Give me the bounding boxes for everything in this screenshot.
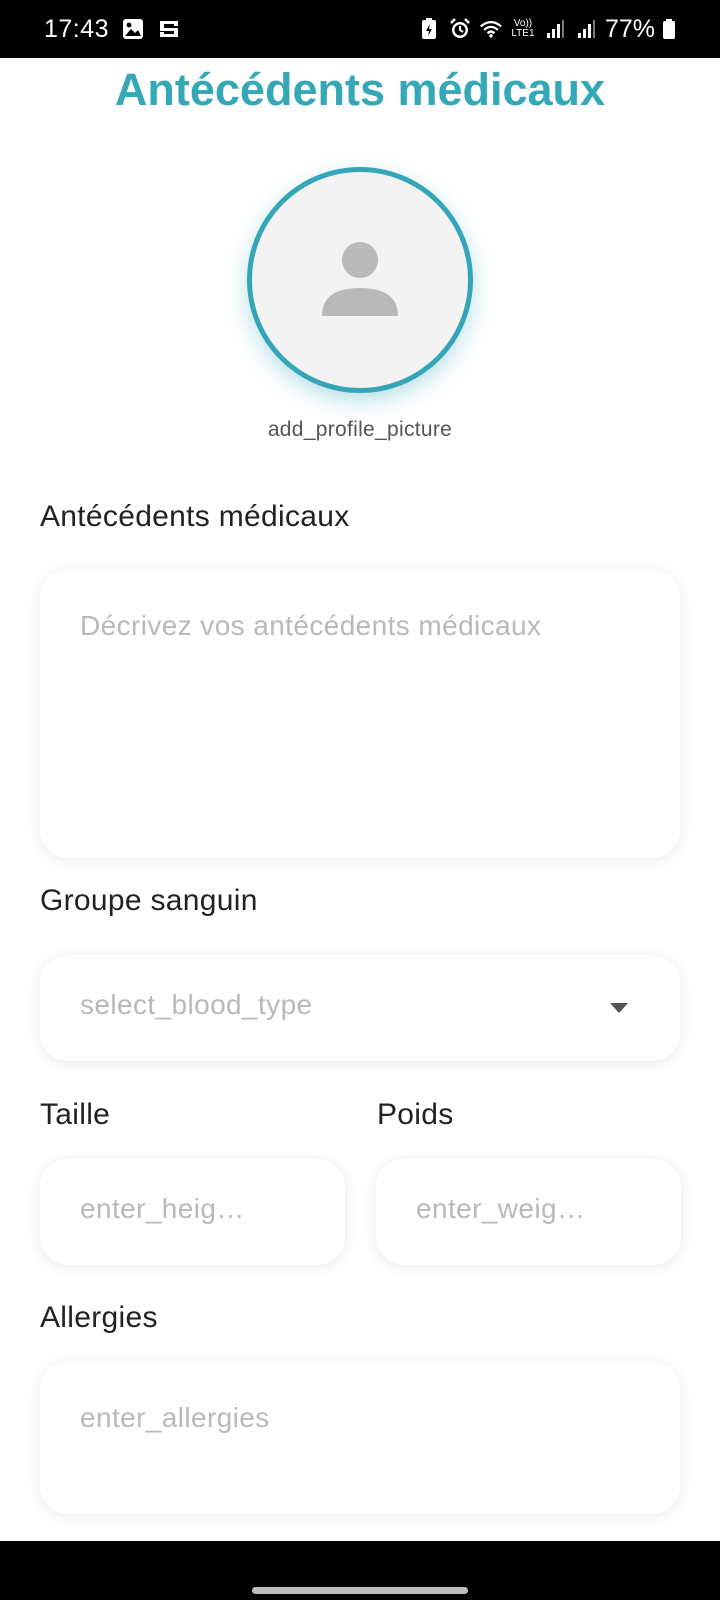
allergies-input[interactable]: enter_allergies: [40, 1362, 680, 1514]
height-label: Taille: [40, 1098, 111, 1131]
cast-icon: [157, 17, 181, 41]
history-textarea[interactable]: Décrivez vos antécédents médicaux: [40, 570, 680, 858]
battery-icon: [662, 17, 676, 41]
profile-picture-button[interactable]: [247, 167, 473, 393]
blood-type-label: Groupe sanguin: [40, 884, 258, 917]
gallery-icon: [121, 17, 145, 41]
home-gesture-handle[interactable]: [252, 1587, 468, 1594]
status-bar: 17:43 Vo)) LTE1 77%: [0, 0, 720, 58]
signal-icon-2: [574, 17, 598, 41]
history-placeholder: Décrivez vos antécédents médicaux: [80, 610, 542, 641]
status-left: 17:43: [44, 15, 181, 44]
height-input[interactable]: enter_heig…: [40, 1159, 345, 1265]
height-placeholder: enter_heig…: [80, 1193, 245, 1224]
network-label: Vo)) LTE1: [511, 18, 535, 39]
status-right: Vo)) LTE1 77%: [417, 15, 676, 44]
allergies-label: Allergies: [40, 1301, 158, 1334]
weight-placeholder: enter_weig…: [416, 1193, 586, 1224]
weight-input[interactable]: enter_weig…: [376, 1159, 681, 1265]
wifi-icon: [479, 17, 503, 41]
dropdown-arrow-icon: [610, 1003, 628, 1013]
blood-type-placeholder: select_blood_type: [80, 989, 313, 1020]
page-title: Antécédents médicaux: [114, 64, 606, 115]
weight-label: Poids: [377, 1098, 454, 1131]
blood-type-select[interactable]: select_blood_type: [40, 955, 680, 1061]
allergies-placeholder: enter_allergies: [80, 1402, 270, 1433]
status-time: 17:43: [44, 14, 110, 43]
history-label: Antécédents médicaux: [40, 500, 350, 533]
battery-saver-icon: [417, 17, 441, 41]
add-profile-picture-label[interactable]: add_profile_picture: [0, 418, 720, 442]
alarm-icon: [448, 17, 472, 41]
person-icon: [320, 238, 400, 323]
battery-percent: 77%: [604, 14, 655, 43]
signal-icon: [543, 17, 567, 41]
